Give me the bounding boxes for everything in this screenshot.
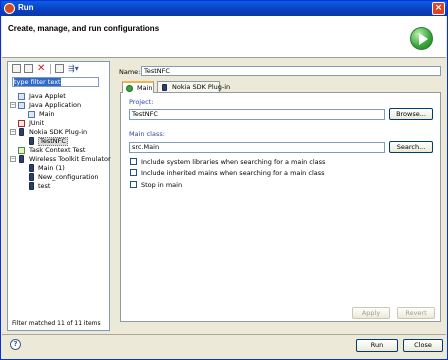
tree-item-label: Java Application: [29, 101, 82, 109]
window-title: Run: [18, 3, 34, 12]
name-label: Name:: [119, 68, 141, 76]
browse-button[interactable]: Browse...: [389, 108, 433, 120]
tab-main[interactable]: Main: [122, 81, 154, 93]
apply-button[interactable]: Apply: [352, 307, 390, 319]
configuration-tabs: Project: TestNFC Browse... Main class: s…: [119, 81, 441, 322]
delete-configuration-icon[interactable]: ✕: [37, 64, 46, 74]
search-button[interactable]: Search...: [389, 141, 433, 153]
help-icon[interactable]: ?: [10, 339, 21, 350]
eclipse-icon: [4, 3, 15, 14]
filter-input[interactable]: type filter text: [12, 77, 99, 87]
main-class-label: Main class:: [129, 130, 165, 138]
run-button[interactable]: Run: [356, 339, 398, 352]
device-icon: [29, 173, 34, 181]
tab-nokia-sdk-plugin[interactable]: Nokia SDK Plug-in: [157, 81, 230, 92]
tree-item-label: Task Context Test: [29, 146, 86, 154]
configuration-tree-panel: ✕ ⇶▾ type filter text Java Applet − Java…: [7, 61, 111, 331]
close-button[interactable]: Close: [403, 339, 443, 352]
nokia-sdk-tab-icon: [162, 84, 167, 91]
tree-item-label: Main: [39, 110, 55, 118]
checkbox-label: Include system libraries when searching …: [141, 158, 326, 166]
tree-toolbar: ✕ ⇶▾: [10, 63, 108, 75]
toolbar-divider: [50, 64, 51, 74]
project-field[interactable]: TestNFC: [129, 109, 385, 120]
collapse-toggle-icon[interactable]: −: [10, 129, 16, 135]
title-bar[interactable]: Run ×: [1, 1, 447, 16]
collapse-toggle-icon[interactable]: −: [10, 102, 16, 108]
checkbox-box[interactable]: [130, 158, 137, 165]
tree-item-label: New_configuration: [38, 173, 99, 181]
collapse-all-icon[interactable]: [55, 64, 64, 73]
dialog-heading: Create, manage, and run configurations: [8, 24, 160, 33]
collapse-toggle-icon[interactable]: −: [10, 156, 16, 162]
junit-icon: [18, 120, 25, 127]
tab-label: Nokia SDK Plug-in: [172, 83, 231, 91]
checkbox-box[interactable]: [130, 169, 137, 176]
filter-status-text: Filter matched 11 of 11 items: [12, 320, 101, 327]
tree-item-label: JUnit: [29, 119, 45, 127]
tab-label: Main: [137, 84, 153, 92]
header-banner: Create, manage, and run configurations: [2, 16, 446, 58]
tree-item-label: Wireless Toolkit Emulator: [29, 155, 111, 163]
tree-item-label: Java Applet: [29, 92, 66, 100]
footer-divider: [2, 334, 446, 335]
device-icon: [29, 164, 34, 172]
project-label: Project:: [129, 98, 154, 106]
java-main-icon: [28, 111, 35, 118]
tab-main-content: Project: TestNFC Browse... Main class: s…: [120, 92, 441, 322]
task-context-icon: [18, 147, 25, 154]
filter-menu-icon[interactable]: ⇶▾: [68, 64, 79, 73]
run-dialog: Run × Create, manage, and run configurat…: [0, 0, 448, 360]
java-applet-icon: [18, 93, 25, 100]
duplicate-configuration-icon[interactable]: [24, 64, 33, 73]
main-class-field[interactable]: src.Main: [129, 142, 385, 153]
run-banner-icon: [410, 27, 433, 50]
checkbox-box[interactable]: [130, 181, 137, 188]
nokia-sdk-icon: [19, 128, 24, 136]
revert-button[interactable]: Revert: [397, 307, 435, 319]
java-application-icon: [18, 102, 25, 109]
name-field[interactable]: TestNFC: [141, 66, 441, 76]
device-icon: [29, 182, 34, 190]
device-icon: [29, 137, 34, 145]
checkbox-label: Include inherited mains when searching f…: [141, 169, 325, 177]
tree-item-label: Main (1): [38, 164, 65, 172]
close-window-button[interactable]: ×: [432, 2, 445, 15]
new-configuration-icon[interactable]: [12, 64, 21, 73]
tree-item-label: test: [38, 182, 51, 190]
tree-item-label: TestNFC: [38, 137, 68, 146]
filter-placeholder: type filter text: [14, 78, 61, 86]
main-tab-icon: [126, 85, 133, 92]
wireless-toolkit-icon: [19, 155, 24, 163]
checkbox-label: Stop in main: [141, 181, 183, 189]
tree-item-label: Nokia SDK Plug-in: [29, 128, 88, 136]
